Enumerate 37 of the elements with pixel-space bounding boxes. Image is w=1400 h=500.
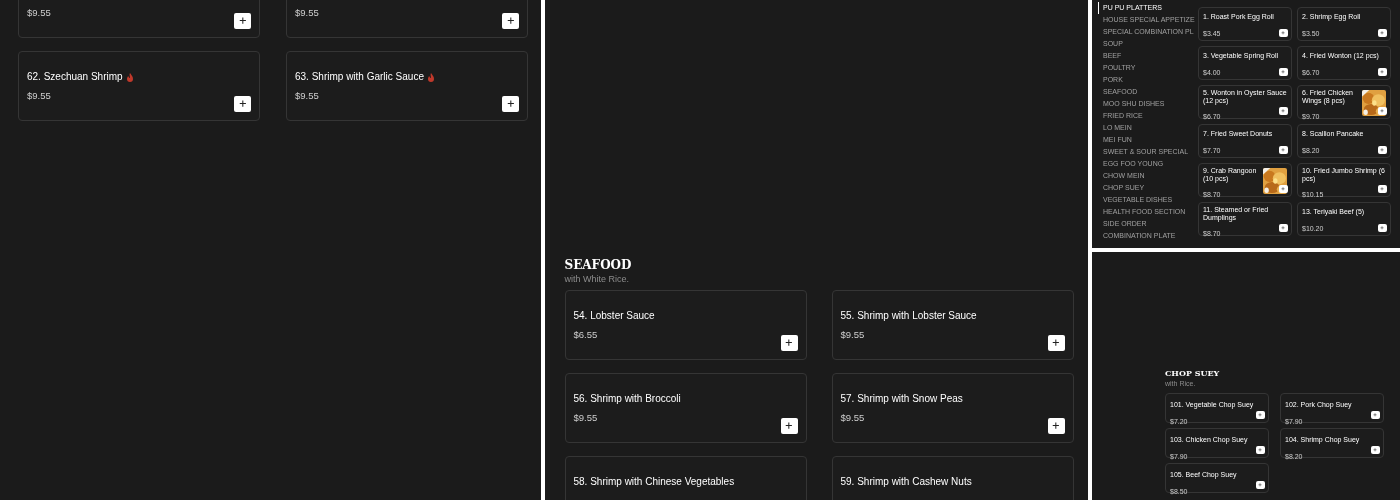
add-button[interactable] xyxy=(780,335,798,351)
item-card[interactable]: 55. Shrimp with Lobster Sauce $9.55 xyxy=(831,290,1074,360)
add-button[interactable] xyxy=(234,96,251,112)
section-heading: CHOP SUEY xyxy=(1165,368,1220,378)
section-heading: SEAFOOD xyxy=(564,258,632,272)
item-name: 63. Shrimp with Garlic Sauce xyxy=(295,71,424,83)
add-button[interactable] xyxy=(1047,335,1065,351)
item-name: 54. Lobster Sauce xyxy=(573,310,655,322)
add-button[interactable] xyxy=(234,13,251,29)
item-card[interactable]: 54. Lobster Sauce $6.55 xyxy=(564,290,807,360)
item-price: $6.55 xyxy=(573,329,598,340)
item-card[interactable]: 59. Shrimp with Cashew Nuts xyxy=(831,456,1074,500)
item-name: 58. Shrimp with Chinese Vegetables xyxy=(573,476,735,488)
add-button[interactable] xyxy=(502,13,519,29)
item-card[interactable]: 63. Shrimp with Garlic Sauce $9.55 xyxy=(286,51,528,121)
item-name: 55. Shrimp with Lobster Sauce xyxy=(840,310,977,322)
item-price: $9.55 xyxy=(840,329,865,340)
add-button[interactable] xyxy=(502,96,519,112)
item-card[interactable]: 58. Shrimp with Chinese Vegetables xyxy=(564,456,807,500)
item-name: 57. Shrimp with Snow Peas xyxy=(840,393,963,405)
item-price: $9.55 xyxy=(27,90,51,101)
item-card[interactable]: 57. Shrimp with Snow Peas $9.55 xyxy=(831,373,1074,443)
item-card[interactable]: $9.55 xyxy=(286,0,528,38)
add-button[interactable] xyxy=(1047,418,1065,434)
item-card[interactable]: 56. Shrimp with Broccoli $9.55 xyxy=(564,373,807,443)
item-price: $9.55 xyxy=(573,412,598,423)
item-name: 62. Szechuan Shrimp xyxy=(27,71,123,83)
item-price: $9.55 xyxy=(840,412,865,423)
item-price: $9.55 xyxy=(295,90,319,101)
section-subtitle: with White Rice. xyxy=(564,274,630,284)
item-card[interactable]: $9.55 xyxy=(18,0,260,38)
add-button[interactable] xyxy=(780,418,798,434)
item-price: $9.55 xyxy=(295,7,319,18)
item-name: 56. Shrimp with Broccoli xyxy=(573,393,681,405)
item-name: 59. Shrimp with Cashew Nuts xyxy=(840,476,972,488)
item-price: $9.55 xyxy=(27,7,51,18)
item-card[interactable]: 62. Szechuan Shrimp $9.55 xyxy=(18,51,260,121)
